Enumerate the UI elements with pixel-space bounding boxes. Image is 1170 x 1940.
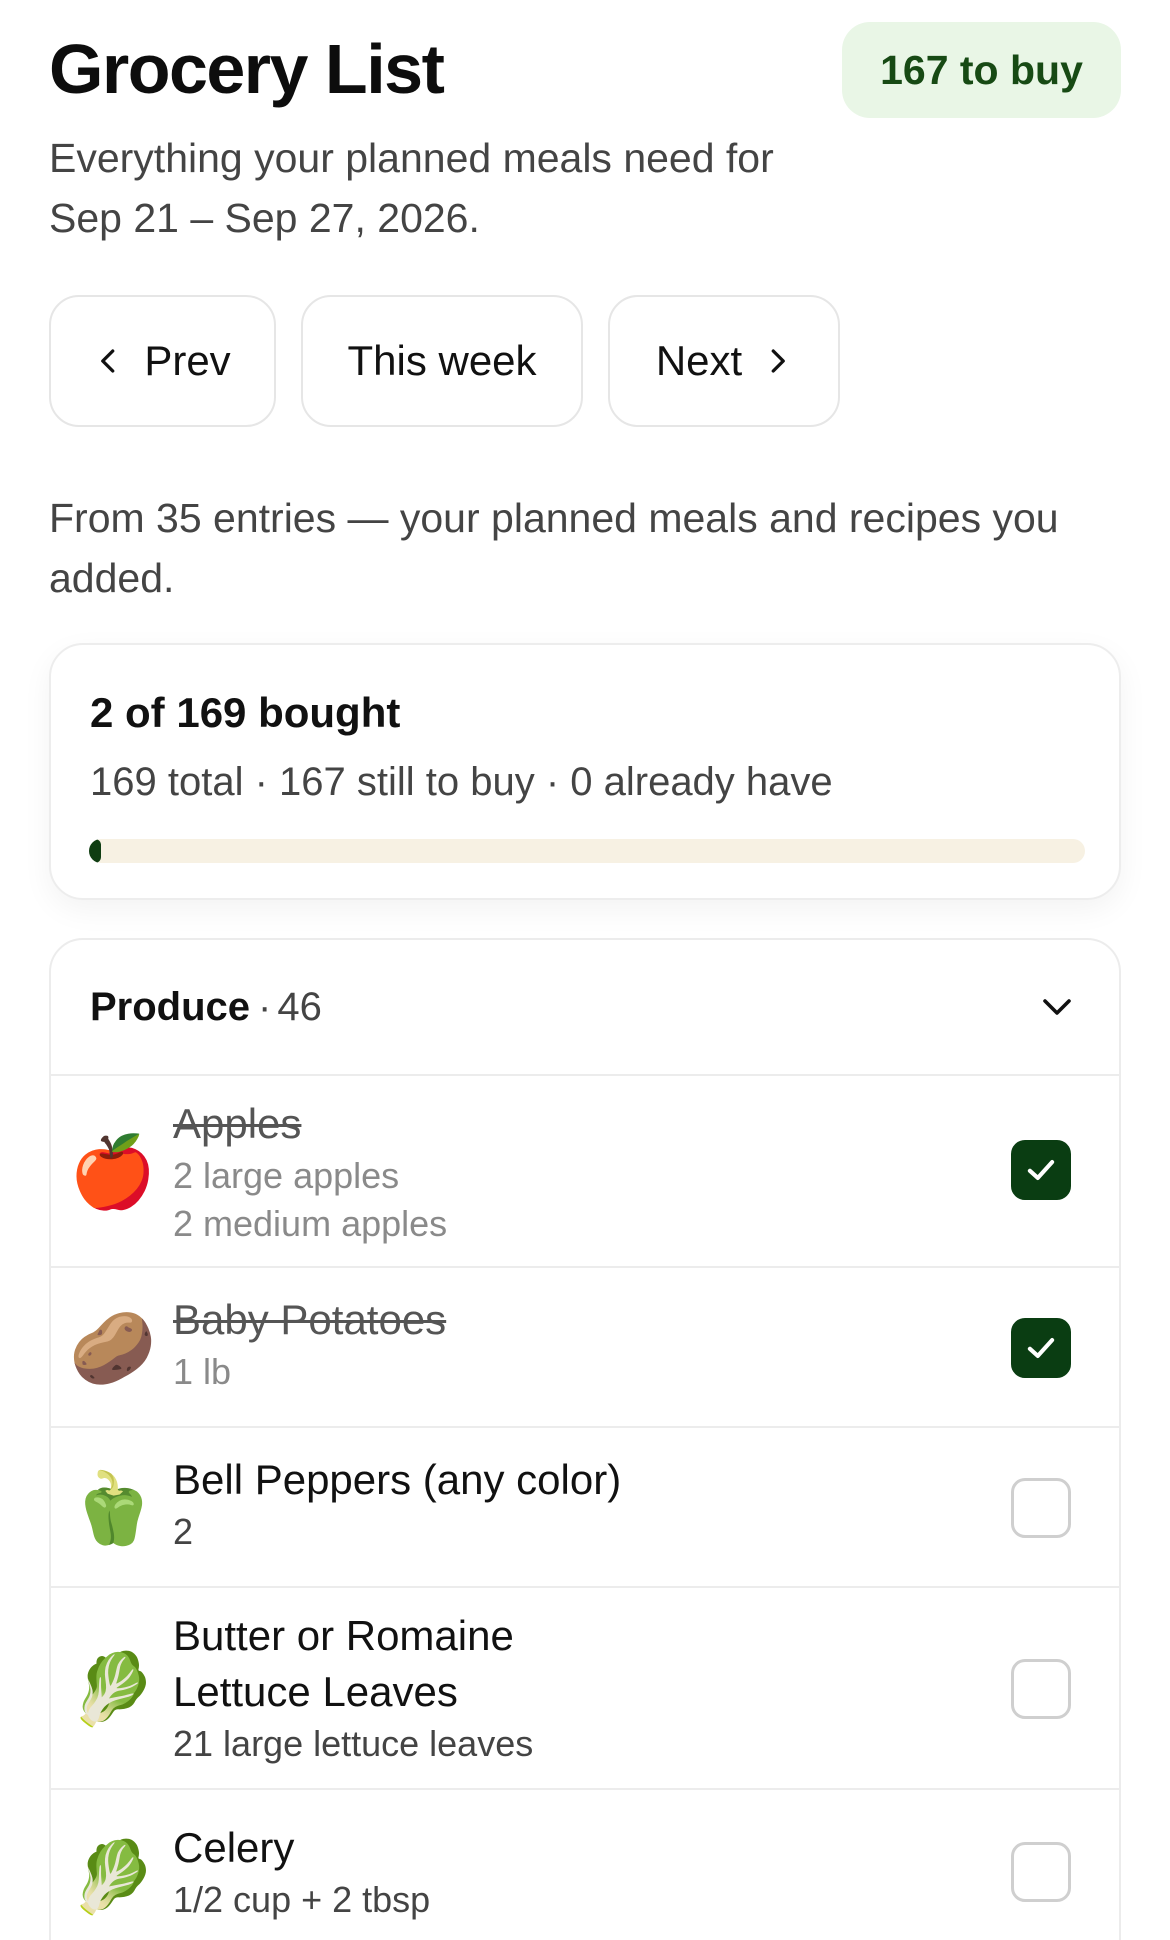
item-name-line-2: Lettuce Leaves bbox=[173, 1668, 458, 1715]
to-buy-badge: 167 to buy bbox=[842, 22, 1121, 118]
next-week-label: Next bbox=[655, 337, 743, 384]
category-section-produce: Produce · 46 🍎 Apples 2 large apples 2 m… bbox=[49, 938, 1121, 1940]
this-week-label: This week bbox=[347, 337, 537, 384]
item-name: Apples bbox=[173, 1100, 302, 1147]
item-quantity: 2 medium apples bbox=[173, 1203, 448, 1244]
item-quantity: 2 large apples bbox=[173, 1155, 400, 1196]
progress-bar-fill bbox=[89, 839, 101, 863]
item-name-line-1: Butter or Romaine bbox=[173, 1612, 514, 1659]
week-navigation: Prev This week Next bbox=[49, 295, 865, 427]
entries-note: From 35 entries — your planned meals and… bbox=[49, 495, 1059, 601]
progress-bar bbox=[89, 839, 1085, 863]
check-icon bbox=[1027, 1338, 1055, 1358]
bought-count: 2 of 169 bought bbox=[90, 689, 401, 736]
item-quantity: 1 lb bbox=[173, 1351, 232, 1392]
page-title: Grocery List bbox=[49, 30, 445, 108]
check-icon bbox=[1027, 1160, 1055, 1180]
item-name: Baby Potatoes bbox=[173, 1296, 447, 1343]
celery-icon: 🥬 bbox=[69, 1836, 157, 1918]
list-item: 🥬 Butter or Romaine Lettuce Leaves 21 la… bbox=[51, 1588, 1119, 1790]
item-checkbox[interactable] bbox=[1011, 1478, 1071, 1538]
item-quantity: 21 large lettuce leaves bbox=[173, 1723, 534, 1764]
list-item: 🥔 Baby Potatoes 1 lb bbox=[51, 1268, 1119, 1428]
item-name: Celery bbox=[173, 1824, 295, 1871]
category-separator: · bbox=[258, 984, 272, 1029]
list-item: 🍎 Apples 2 large apples 2 medium apples bbox=[51, 1076, 1119, 1268]
progress-summary-card: 2 of 169 bought 169 total · 167 still to… bbox=[49, 643, 1121, 900]
list-item: 🥬 Celery 1/2 cup + 2 tbsp bbox=[51, 1790, 1119, 1940]
item-quantity: 1/2 cup + 2 tbsp bbox=[173, 1879, 431, 1920]
header: Grocery List 167 to buy bbox=[49, 22, 1121, 120]
category-count: 46 bbox=[277, 984, 322, 1029]
item-name: Bell Peppers (any color) bbox=[173, 1456, 622, 1503]
chevron-right-icon bbox=[771, 349, 786, 373]
potato-icon: 🥔 bbox=[69, 1307, 157, 1389]
item-checkbox[interactable] bbox=[1011, 1842, 1071, 1902]
this-week-button[interactable]: This week bbox=[301, 295, 583, 427]
item-checkbox[interactable] bbox=[1011, 1659, 1071, 1719]
prev-week-label: Prev bbox=[144, 337, 231, 384]
list-item: 🫑 Bell Peppers (any color) 2 bbox=[51, 1428, 1119, 1588]
lettuce-icon: 🥬 bbox=[69, 1648, 157, 1730]
category-header[interactable]: Produce · 46 bbox=[51, 940, 1119, 1076]
item-checkbox[interactable] bbox=[1011, 1140, 1071, 1200]
chevron-down-icon[interactable] bbox=[1039, 989, 1075, 1025]
apple-icon: 🍎 bbox=[69, 1131, 157, 1213]
bell-pepper-icon: 🫑 bbox=[69, 1467, 157, 1549]
summary-stats: 169 total · 167 still to buy · 0 already… bbox=[90, 760, 833, 804]
item-checkbox[interactable] bbox=[1011, 1318, 1071, 1378]
item-quantity: 2 bbox=[173, 1511, 194, 1552]
next-week-button[interactable]: Next bbox=[608, 295, 840, 427]
chevron-left-icon bbox=[101, 349, 115, 373]
category-name: Produce bbox=[90, 984, 251, 1029]
prev-week-button[interactable]: Prev bbox=[49, 295, 276, 427]
date-range-subtitle: Everything your planned meals need for S… bbox=[49, 135, 774, 241]
